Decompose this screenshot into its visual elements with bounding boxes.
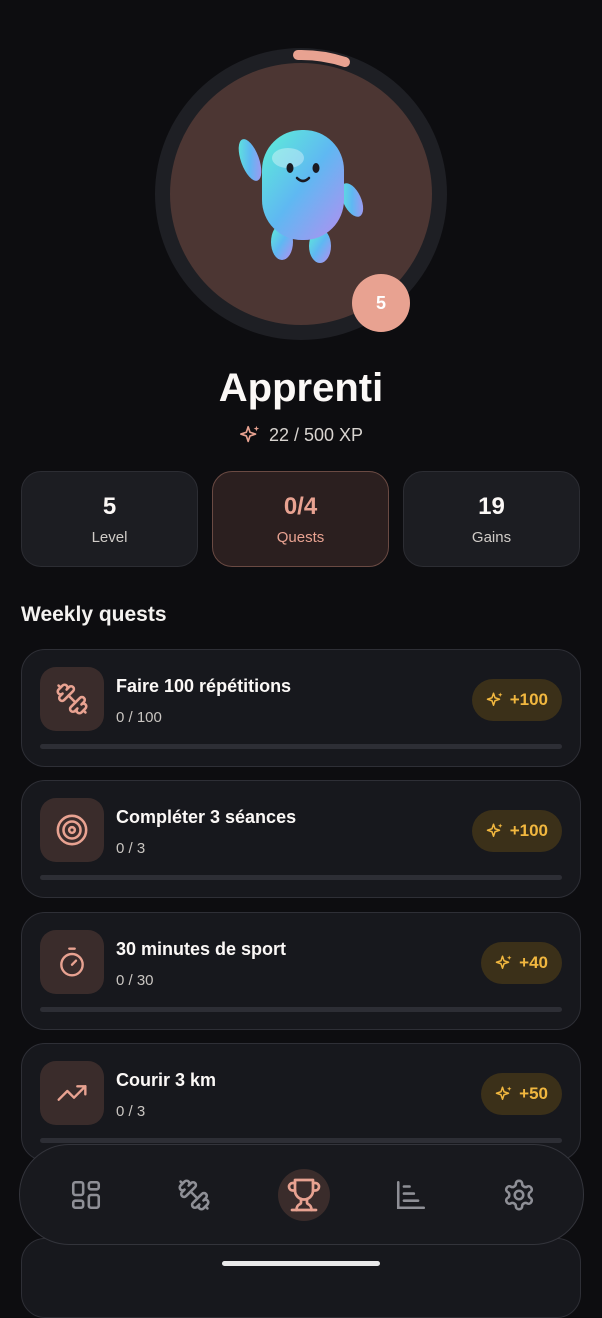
quest-title: Compléter 3 séances [116,807,297,827]
xp-text: 22 / 500 XP [268,424,364,445]
nav-quests[interactable] [278,1169,330,1221]
level-badge: 5 [352,274,410,332]
stat-value: 0/4 [283,492,318,520]
trophy-icon [287,1178,321,1212]
stats-row: 5 Level 0/4 Quests 19 Gains [21,471,582,569]
sparkles-icon [486,692,503,706]
stat-gains[interactable]: 19 Gains [403,471,580,567]
quest-icon-box [40,930,104,994]
sparkles-icon [239,425,260,443]
dashboard-icon [71,1180,101,1210]
stat-label: Level [91,528,128,546]
chart-icon [396,1180,426,1210]
quest-icon-box [40,798,104,862]
nav-stats[interactable] [385,1169,437,1221]
quest-reward-value: +50 [519,1084,548,1103]
dumbbell-icon [178,1179,210,1211]
stat-value: 19 [478,492,505,520]
stat-value: 5 [102,492,117,520]
quest-title: Courir 3 km [116,1070,217,1090]
section-title: Weekly quests [21,603,167,626]
stat-quests[interactable]: 0/4 Quests [212,471,389,567]
quest-progress: 0 / 3 [116,840,146,857]
quest-progress: 0 / 3 [116,1103,146,1120]
nav-workouts[interactable] [168,1169,220,1221]
quest-progress: 0 / 30 [116,972,154,989]
gear-icon [504,1179,534,1211]
bottom-nav [19,1144,584,1245]
stopwatch-icon [60,947,84,977]
stat-label: Quests [276,528,325,546]
quest-reward: +100 [471,810,562,852]
quest-progress-bar [40,875,562,880]
xp-summary: 22 / 500 XP [0,424,602,446]
sparkles-icon [486,823,503,837]
trending-up-icon [57,1085,87,1101]
nav-dashboard[interactable] [60,1169,112,1221]
stat-label: Gains [471,528,512,546]
quest-card[interactable]: Faire 100 répétitions 0 / 100 +100 [21,649,581,767]
quest-progress-bar [40,1138,562,1143]
quest-progress-bar [40,744,562,749]
quest-progress: 0 / 100 [116,709,162,726]
quest-card-partial[interactable] [21,1238,581,1318]
quest-reward: +40 [481,942,562,984]
quest-title: 30 minutes de sport [116,939,287,959]
quest-reward-value: +100 [509,690,548,709]
mascot-illustration [238,130,364,263]
sparkles-icon [495,955,512,969]
quest-card[interactable]: 30 minutes de sport 0 / 30 +40 [21,912,581,1030]
quest-card[interactable]: Compléter 3 séances 0 / 3 +100 [21,780,581,898]
quest-reward-value: +100 [509,821,548,840]
quest-icon-box [40,1061,104,1125]
home-indicator[interactable] [222,1261,380,1266]
quest-reward: +50 [481,1073,562,1115]
quest-title: Faire 100 répétitions [116,676,292,696]
target-icon [56,814,88,846]
quest-progress-bar [40,1007,562,1012]
sparkles-icon [495,1086,512,1100]
quest-reward: +100 [471,679,562,721]
stat-level[interactable]: 5 Level [21,471,198,567]
quest-reward-value: +40 [519,953,548,972]
nav-settings[interactable] [493,1169,545,1221]
quest-icon-box [40,667,104,731]
rank-title: Apprenti [218,366,384,410]
dumbbell-icon [56,683,88,715]
